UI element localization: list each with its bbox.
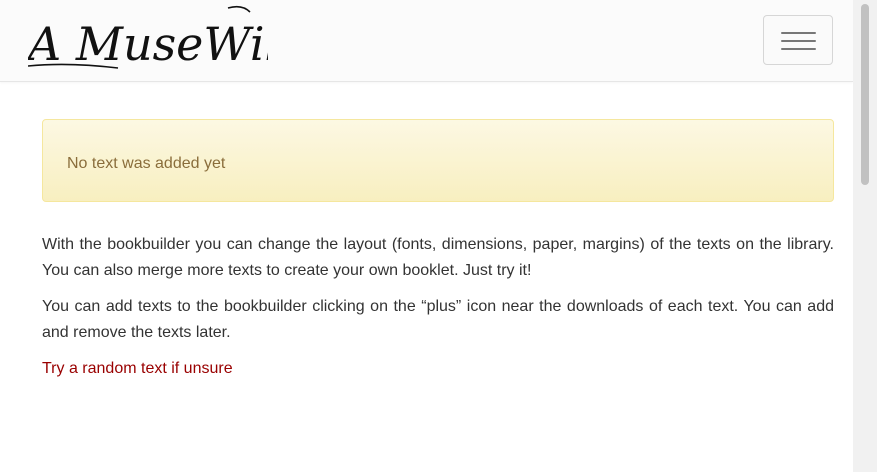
- scrollbar-thumb[interactable]: [861, 4, 869, 185]
- navbar: A MuseWiki: [0, 0, 853, 82]
- logo-wordmark-icon: A MuseWiki: [28, 5, 268, 71]
- alert-message: No text was added yet: [67, 155, 226, 172]
- vertical-scrollbar[interactable]: [853, 0, 877, 472]
- site-logo[interactable]: A MuseWiki: [28, 2, 268, 76]
- empty-alert: No text was added yet: [42, 119, 834, 202]
- random-text-link[interactable]: Try a random text if unsure: [42, 360, 233, 377]
- page: A MuseWiki No text was added yet With th…: [0, 0, 877, 472]
- intro-paragraph: You can add texts to the bookbuilder cli…: [42, 298, 834, 341]
- menu-toggle-button[interactable]: [763, 15, 833, 65]
- bookbuilder-intro: With the bookbuilder you can change the …: [42, 232, 834, 382]
- logo-text: A MuseWiki: [28, 17, 268, 71]
- intro-paragraph: With the bookbuilder you can change the …: [42, 236, 834, 279]
